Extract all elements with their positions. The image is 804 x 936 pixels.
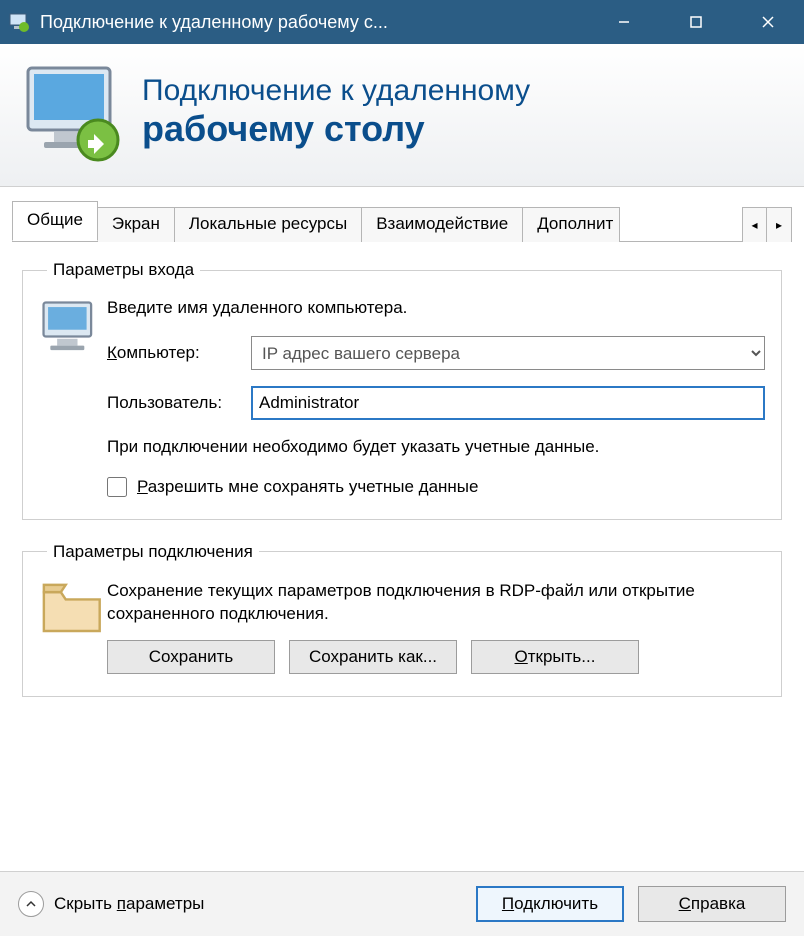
tab-scroll-left[interactable]: ◂ bbox=[743, 208, 767, 242]
connect-button[interactable]: Подключить bbox=[476, 886, 624, 922]
window-titlebar: Подключение к удаленному рабочему с... bbox=[0, 0, 804, 44]
folder-icon bbox=[39, 580, 107, 674]
header-line2: рабочему столу bbox=[142, 108, 530, 150]
username-input[interactable] bbox=[251, 386, 765, 420]
tab-local-resources[interactable]: Локальные ресурсы bbox=[174, 207, 362, 242]
app-icon bbox=[8, 11, 30, 33]
remember-credentials-label: Разрешить мне сохранять учетные данные bbox=[137, 477, 478, 497]
dialog-footer: Скрыть параметры Подключить Справка bbox=[0, 871, 804, 936]
tab-content-general: Параметры входа Введите имя удаленного к… bbox=[0, 242, 804, 729]
connection-description: Сохранение текущих параметров подключени… bbox=[107, 580, 765, 626]
help-button[interactable]: Справка bbox=[638, 886, 786, 922]
connection-parameters-group: Параметры подключения Сохранение текущих… bbox=[22, 542, 782, 697]
connection-group-legend: Параметры подключения bbox=[47, 542, 259, 562]
hide-options-link[interactable]: Скрыть параметры bbox=[54, 894, 476, 914]
tab-scroll-right[interactable]: ▸ bbox=[767, 208, 791, 242]
remember-credentials-checkbox[interactable] bbox=[107, 477, 127, 497]
window-title: Подключение к удаленному рабочему с... bbox=[40, 12, 588, 33]
open-button[interactable]: Открыть... bbox=[471, 640, 639, 674]
computer-icon bbox=[39, 298, 107, 497]
credentials-hint: При подключении необходимо будет указать… bbox=[107, 436, 765, 459]
tab-display[interactable]: Экран bbox=[97, 207, 175, 242]
close-button[interactable] bbox=[732, 0, 804, 44]
tab-advanced[interactable]: Дополнит bbox=[522, 207, 620, 242]
save-button[interactable]: Сохранить bbox=[107, 640, 275, 674]
tab-strip: Общие Экран Локальные ресурсы Взаимодейс… bbox=[0, 187, 804, 242]
dialog-header: Подключение к удаленному рабочему столу bbox=[0, 44, 804, 187]
collapse-options-button[interactable] bbox=[18, 891, 44, 917]
maximize-button[interactable] bbox=[660, 0, 732, 44]
login-parameters-group: Параметры входа Введите имя удаленного к… bbox=[22, 260, 782, 520]
minimize-button[interactable] bbox=[588, 0, 660, 44]
login-group-legend: Параметры входа bbox=[47, 260, 200, 280]
save-as-button[interactable]: Сохранить как... bbox=[289, 640, 457, 674]
rdp-monitor-icon bbox=[20, 62, 130, 162]
login-instruction: Введите имя удаленного компьютера. bbox=[107, 298, 765, 318]
username-label: Пользователь: bbox=[107, 393, 251, 413]
computer-combobox[interactable]: IP адрес вашего сервера bbox=[251, 336, 765, 370]
computer-label: Компьютер: bbox=[107, 343, 251, 363]
header-line1: Подключение к удаленному bbox=[142, 74, 530, 108]
tab-general[interactable]: Общие bbox=[12, 201, 98, 241]
tab-experience[interactable]: Взаимодействие bbox=[361, 207, 523, 242]
